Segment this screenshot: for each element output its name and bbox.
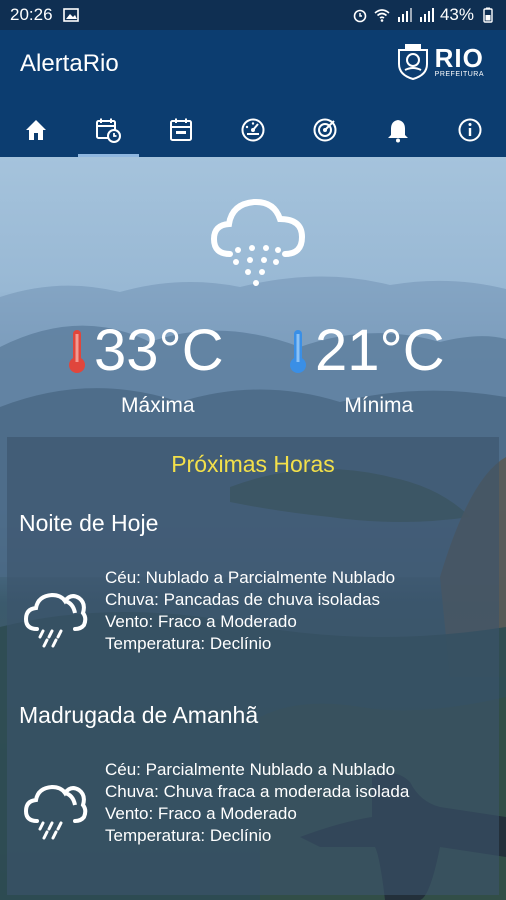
tab-bar [0, 102, 506, 157]
max-temperature: 33°C Máxima [66, 322, 224, 418]
rio-crest-icon [397, 44, 428, 80]
detail-chuva: Chuva: Chuva fraca a moderada isolada [105, 782, 410, 801]
period-title: Madrugada de Amanhã [19, 702, 259, 728]
tab-gauge[interactable] [217, 102, 289, 157]
tab-calendar[interactable] [145, 102, 217, 157]
info-icon [458, 118, 482, 141]
app-bar: AlertaRio RIO PREFEITURA [0, 30, 506, 157]
forecast-details: Céu: Nublado a Parcialmente Nublado Chuv… [105, 567, 395, 655]
forecast-details: Céu: Parcialmente Nublado a Nublado Chuv… [105, 759, 409, 847]
gauge-icon [241, 118, 265, 141]
battery-icon [483, 7, 493, 23]
forecast-title: Próximas Horas [171, 451, 335, 477]
detail-temperatura: Temperatura: Declínio [105, 826, 272, 845]
detail-vento: Vento: Fraco a Moderado [105, 612, 297, 631]
tab-radar[interactable] [289, 102, 361, 157]
tab-forecast[interactable] [72, 102, 144, 157]
radar-icon [313, 118, 337, 141]
status-bar: 20:26 43% [0, 0, 506, 30]
detail-vento: Vento: Fraco a Moderado [105, 804, 297, 823]
detail-chuva: Chuva: Pancadas de chuva isoladas [105, 590, 381, 609]
logo-rio-text: RIO [434, 42, 484, 73]
calendar-icon [169, 118, 192, 141]
logo-prefeitura-text: PREFEITURA [434, 70, 484, 78]
calendar-clock-icon [96, 118, 122, 143]
app-title: AlertaRio [20, 50, 119, 77]
rain-cloud-small-icon [23, 592, 88, 648]
home-icon [26, 119, 47, 140]
max-temp-value: 33°C [94, 318, 224, 383]
max-temp-label: Máxima [121, 394, 195, 417]
thermometer-cold-icon [290, 330, 306, 373]
alarm-icon [353, 9, 367, 23]
signal-icon-2 [419, 8, 434, 22]
battery-percent: 43% [439, 5, 474, 24]
gallery-icon [62, 8, 79, 22]
detail-temperatura: Temperatura: Declínio [105, 634, 272, 653]
thermometer-hot-icon [69, 330, 85, 373]
rain-cloud-icon [210, 198, 306, 286]
status-time: 20:26 [10, 5, 53, 24]
prefeitura-rio-logo: RIO PREFEITURA [395, 42, 484, 80]
signal-icon [397, 8, 412, 22]
tab-home[interactable] [0, 102, 72, 157]
detail-ceu: Céu: Parcialmente Nublado a Nublado [105, 760, 396, 779]
forecast-panel: Próximas Horas Noite de Hoje Céu: Nublad… [7, 437, 499, 895]
bell-icon [387, 119, 408, 142]
rain-cloud-small-icon [23, 784, 88, 840]
detail-ceu: Céu: Nublado a Parcialmente Nublado [105, 568, 396, 587]
min-temperature: 21°C Mínima [287, 322, 445, 418]
min-temp-value: 21°C [315, 318, 445, 383]
tab-info[interactable] [434, 102, 506, 157]
min-temp-label: Mínima [344, 394, 414, 417]
period-title: Noite de Hoje [19, 510, 159, 536]
wifi-icon [374, 9, 390, 22]
tab-alerts[interactable] [361, 102, 433, 157]
